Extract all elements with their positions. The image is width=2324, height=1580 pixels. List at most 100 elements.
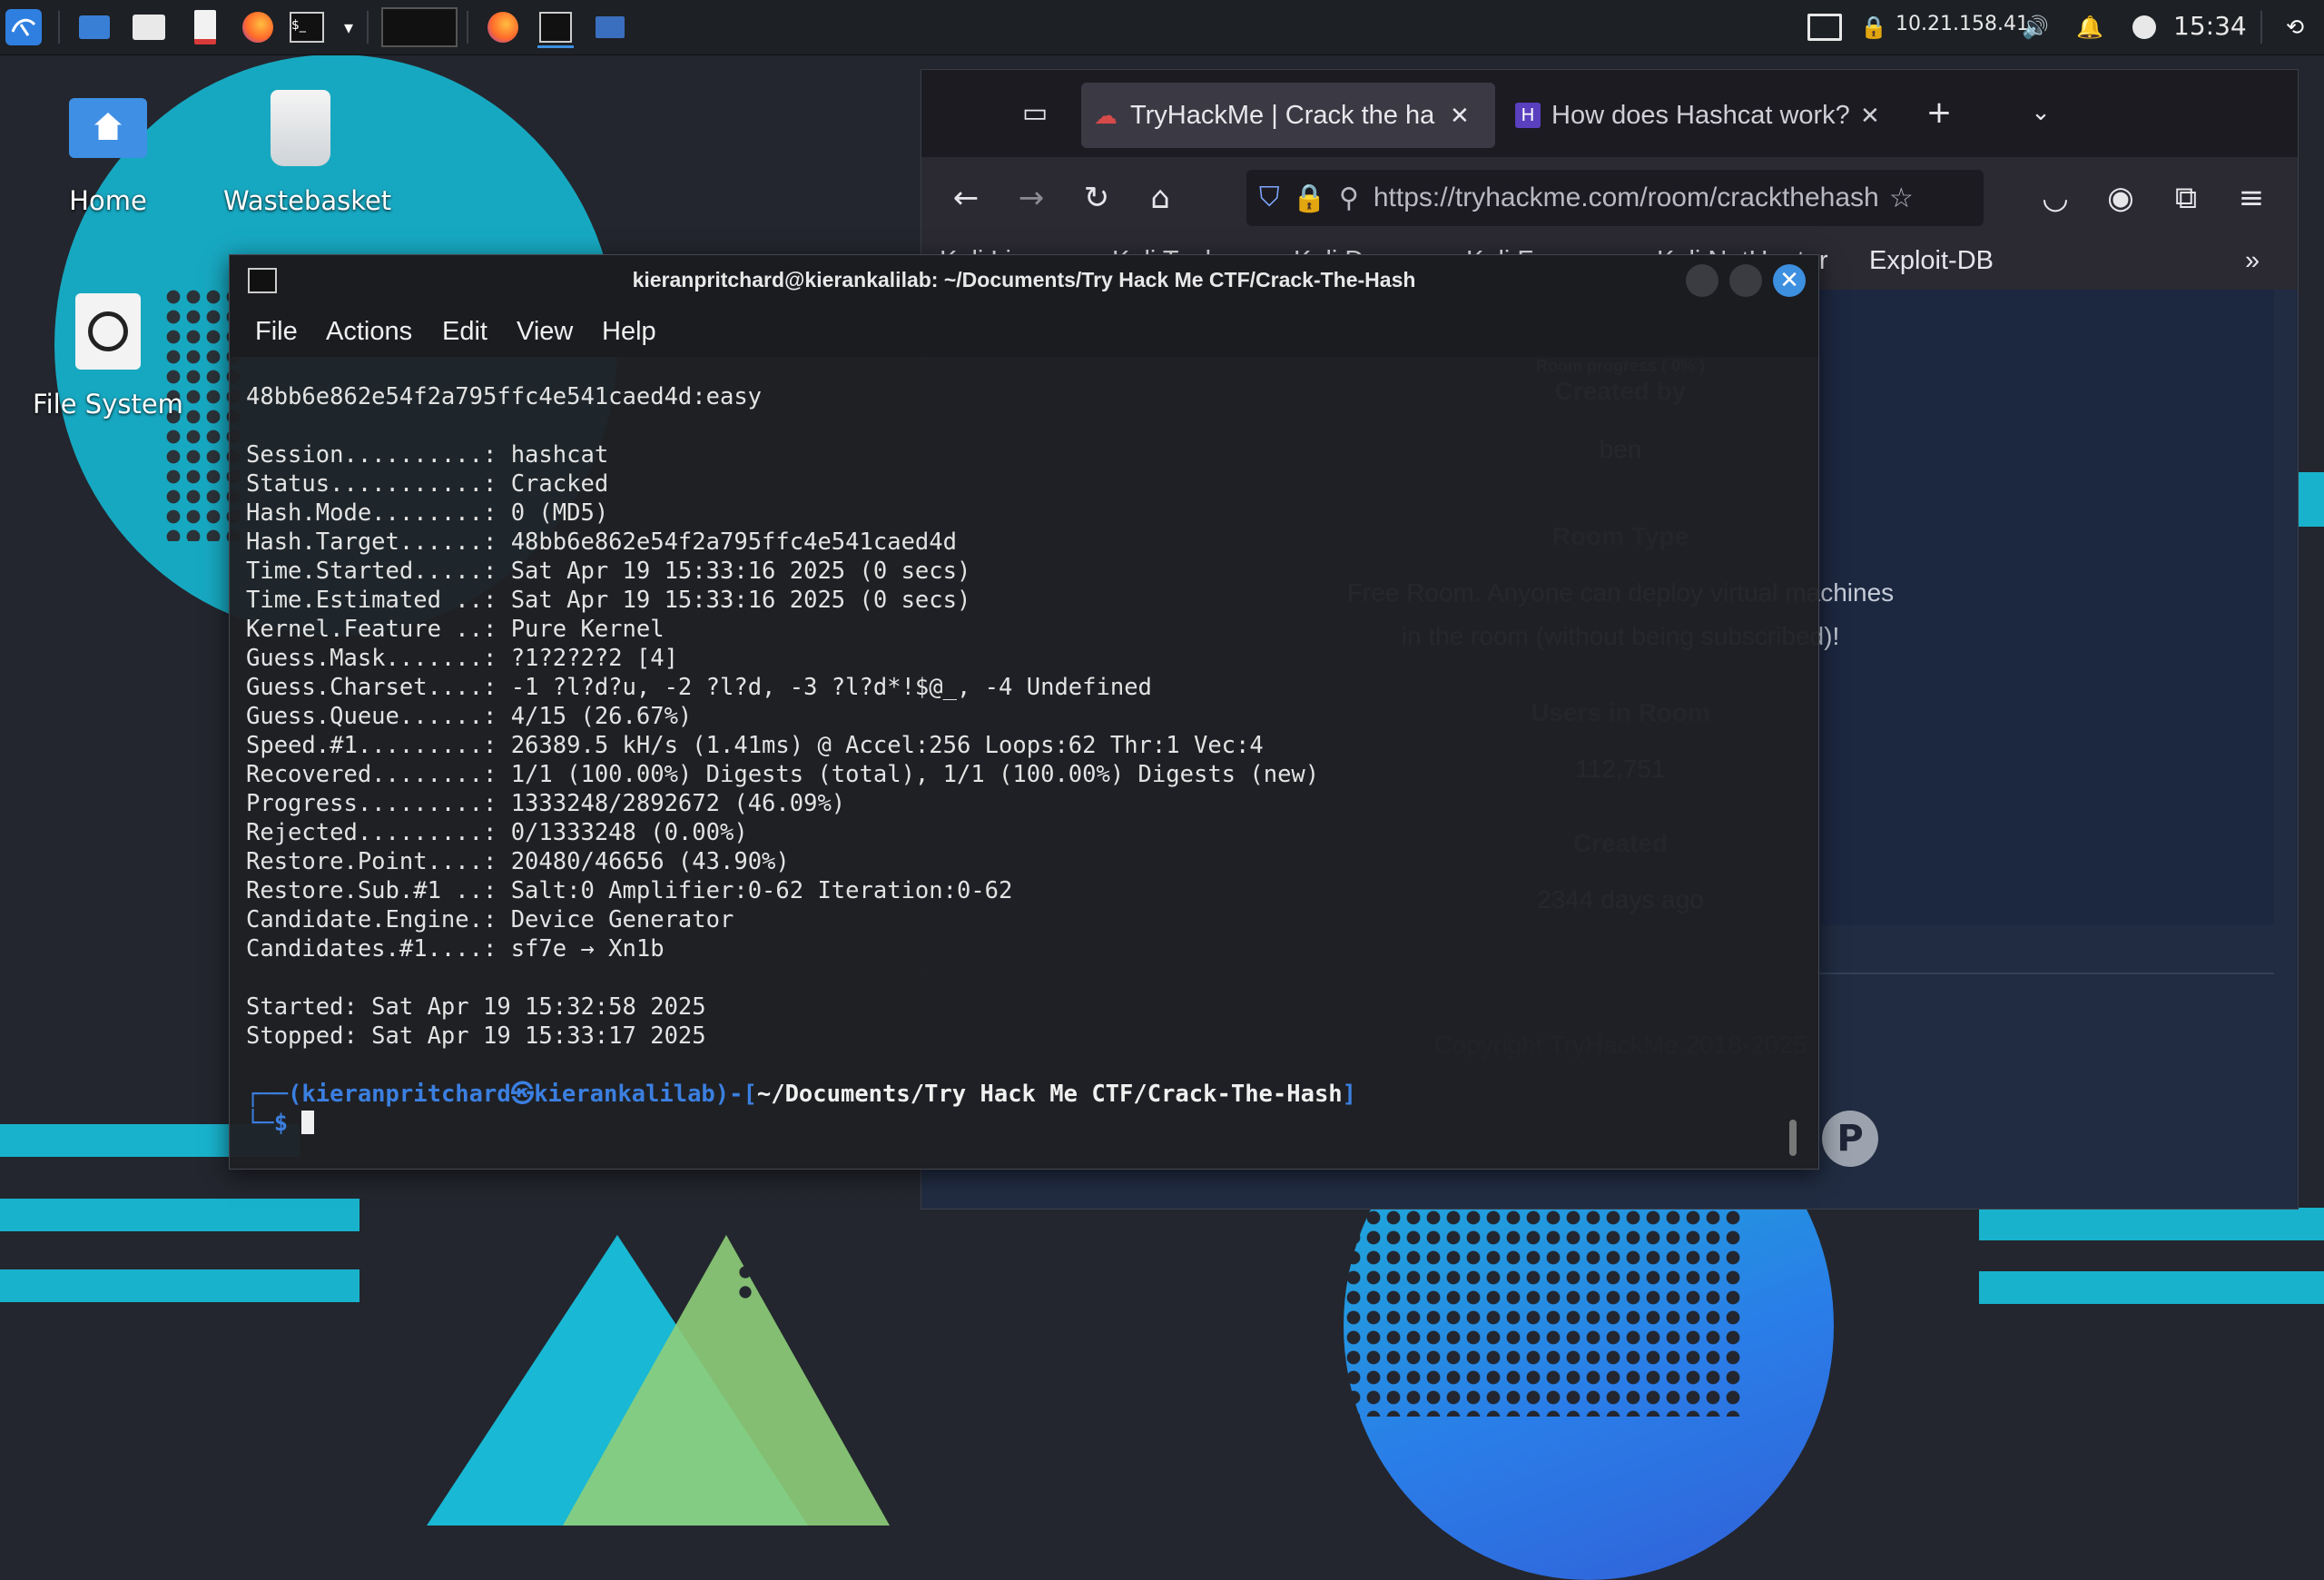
status-value: 0/1333248 (0.00%) (510, 819, 748, 846)
status-line: Rejected.........: 0/1333248 (0.00%) (246, 818, 1789, 847)
bookmarks-overflow-icon[interactable]: » (2245, 246, 2260, 276)
desktop-icon-wastebasket[interactable]: Wastebasket (223, 87, 392, 216)
status-key: Restore.Sub.#1 ..: (246, 877, 497, 904)
extensions-icon[interactable]: ⧉ (2163, 175, 2209, 221)
file-manager-icon[interactable] (131, 9, 167, 45)
browser-tab-tryhackme[interactable]: ☁ TryHackMe | Crack the ha ✕ (1081, 83, 1495, 148)
bookmark-star-icon[interactable]: ☆ (1889, 183, 1914, 214)
prompt-end: ] (1342, 1081, 1357, 1108)
prompt-corner: ┌──( (246, 1081, 302, 1108)
desktop-icon-label: Wastebasket (223, 185, 392, 216)
status-key: Time.Estimated ..: (246, 587, 497, 614)
menu-help[interactable]: Help (602, 317, 656, 347)
menu-actions[interactable]: Actions (326, 317, 412, 347)
power-manager-icon[interactable] (2126, 9, 2162, 45)
tab-list-chevron-icon[interactable]: ⌄ (2018, 90, 2063, 135)
firefox-window-icon[interactable] (485, 9, 521, 45)
status-value: 48bb6e862e54f2a795ffc4e541caed4d (510, 528, 957, 556)
minimize-button[interactable] (1686, 264, 1718, 297)
back-icon[interactable]: ← (943, 175, 989, 221)
taskbar-separator (2260, 11, 2262, 44)
permissions-icon[interactable]: ⚲ (1339, 183, 1359, 214)
status-value: 26389.5 kH/s (1.41ms) @ Accel:256 Loops:… (510, 732, 1264, 759)
terminal-title-bar[interactable]: kieranpritchard@kierankalilab: ~/Documen… (230, 255, 1818, 306)
status-line: Restore.Sub.#1 ..: Salt:0 Amplifier:0-62… (246, 876, 1789, 905)
wallpaper-stripe (1979, 1271, 2324, 1304)
notification-bell-icon[interactable]: 🔔 (2072, 9, 2108, 45)
terminal-window-icon[interactable] (537, 9, 574, 48)
workspace-switcher[interactable] (379, 7, 459, 47)
menu-file[interactable]: File (255, 317, 298, 347)
status-value: 1333248/2892672 (46.09%) (510, 790, 846, 817)
logout-icon[interactable]: ⟲ (2277, 9, 2313, 45)
home-icon[interactable]: ⌂ (1137, 175, 1183, 221)
desktop-icon-home[interactable]: Home (31, 87, 185, 216)
tracking-shield-icon[interactable]: ⛉ (1259, 183, 1280, 213)
status-key: Hash.Mode........: (246, 499, 497, 527)
status-value: 20480/46656 (43.90%) (510, 848, 790, 875)
display-icon[interactable] (1807, 9, 1843, 45)
show-desktop-icon[interactable] (76, 9, 113, 45)
menu-edit[interactable]: Edit (442, 317, 487, 347)
status-line: Time.Estimated ..: Sat Apr 19 15:33:16 2… (246, 586, 1789, 615)
menu-icon[interactable]: ≡ (2229, 175, 2274, 221)
wallpaper-dots (1344, 1208, 1743, 1417)
status-value: Sat Apr 19 15:33:16 2025 (0 secs) (510, 558, 971, 585)
clock[interactable]: 15:34 (2173, 11, 2247, 41)
terminal-scrollbar[interactable] (1789, 1120, 1797, 1156)
status-line: Recovered........: 1/1 (100.00%) Digests… (246, 760, 1789, 789)
status-value: hashcat (510, 441, 609, 469)
status-key: Rejected.........: (246, 819, 497, 846)
forward-icon[interactable]: → (1009, 175, 1054, 221)
close-tab-icon[interactable]: ✕ (1860, 102, 1880, 130)
pocket-icon[interactable]: ◡ (2033, 175, 2078, 221)
input-line[interactable]: └─$ (246, 1109, 1789, 1138)
terminal-icon[interactable]: $_ (289, 9, 325, 45)
status-line: Restore.Point....: 20480/46656 (43.90%) (246, 847, 1789, 876)
url-text: https://tryhackme.com/room/crackthehash (1373, 183, 1879, 212)
status-line: Status...........: Cracked (246, 469, 1789, 499)
lock-icon[interactable]: 🔒 (1293, 183, 1326, 214)
desktop-icon-file-system[interactable]: File System (31, 291, 185, 420)
status-value: Device Generator (510, 906, 734, 933)
status-line: Session..........: hashcat (246, 440, 1789, 469)
kali-menu-icon[interactable] (5, 9, 42, 45)
firefox-icon[interactable] (240, 9, 276, 45)
chevron-down-icon[interactable]: ▾ (330, 9, 367, 45)
status-key: Speed.#1.........: (246, 732, 497, 759)
maximize-button[interactable] (1729, 264, 1762, 297)
network-ip: 10.21.158.41 (1896, 13, 2029, 35)
hashcat-favicon-icon: H (1515, 103, 1541, 128)
status-line: Time.Started.....: Sat Apr 19 15:33:16 2… (246, 557, 1789, 586)
status-line: Guess.Queue......: 4/15 (26.67%) (246, 702, 1789, 731)
cracked-hash-line: 48bb6e862e54f2a795ffc4e541caed4d:easy (246, 383, 763, 410)
window-icon[interactable] (592, 9, 628, 45)
text-editor-icon[interactable] (187, 9, 223, 45)
tab-overview-icon[interactable]: ▭ (1012, 90, 1058, 135)
browser-tab-hashcat[interactable]: H How does Hashcat work? ✕ (1502, 83, 1893, 148)
volume-icon[interactable]: 🔊 (2017, 9, 2053, 45)
account-icon[interactable]: ◉ (2098, 175, 2143, 221)
terminal-output[interactable]: 48bb6e862e54f2a795ffc4e541caed4d:easy​Se… (246, 382, 1789, 1138)
wallpaper-stripe (0, 1269, 359, 1302)
close-button[interactable]: ✕ (1773, 264, 1806, 297)
url-bar[interactable]: ⛉ 🔒 ⚲ https://tryhackme.com/room/crackth… (1246, 170, 1984, 226)
drive-icon (67, 291, 149, 372)
new-tab-icon[interactable]: + (1916, 90, 1962, 135)
wallpaper-stripe (2297, 472, 2324, 527)
status-key: Restore.Point....: (246, 848, 497, 875)
status-key: Recovered........: (246, 761, 497, 788)
bookmark-item[interactable]: Exploit-DB (1869, 246, 1994, 276)
prompt-path: ~/Documents/Try Hack Me CTF/Crack-The-Ha… (756, 1081, 1343, 1108)
close-tab-icon[interactable]: ✕ (1450, 102, 1470, 130)
taskbar-separator (367, 11, 369, 44)
taskbar-separator (467, 11, 468, 44)
status-key: Progress.........: (246, 790, 497, 817)
menu-view[interactable]: View (517, 317, 573, 347)
status-line: Candidate.Engine.: Device Generator (246, 905, 1789, 934)
pinterest-icon[interactable]: P (1822, 1111, 1878, 1167)
stopped-line: Stopped: Sat Apr 19 15:33:17 2025 (246, 1022, 706, 1050)
network-lock-icon[interactable]: 🔒 (1856, 9, 1892, 45)
status-key: Candidates.#1....: (246, 935, 497, 963)
reload-icon[interactable]: ↻ (1074, 175, 1119, 221)
